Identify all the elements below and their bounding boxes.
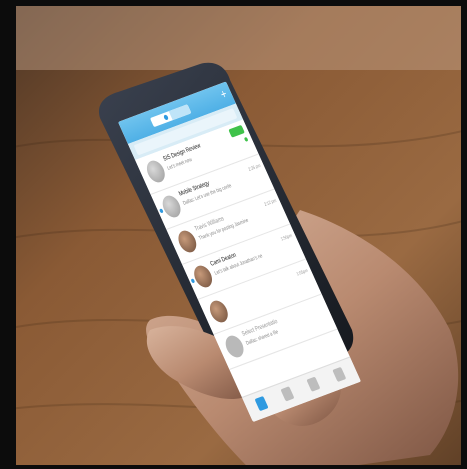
timestamp: 2:35 pm [247, 162, 262, 172]
frame-left [0, 0, 16, 469]
gear-icon[interactable] [332, 366, 347, 383]
calendar-icon[interactable] [306, 376, 321, 392]
timestamp: 1:05pm [295, 267, 309, 277]
segment-right[interactable] [168, 104, 192, 121]
phone: + SIS Design Review Let's meet now Mobil… [0, 0, 467, 469]
tab-bar [241, 356, 361, 422]
frame-right [461, 0, 467, 469]
chat-icon [163, 114, 169, 121]
timestamp: 1:56pm [279, 232, 293, 242]
frame-bottom [0, 465, 467, 469]
frame-top [0, 0, 467, 6]
status-badge[interactable] [228, 124, 245, 138]
plus-icon[interactable]: + [218, 86, 229, 102]
chat-icon[interactable] [254, 395, 269, 412]
timestamp: 2:12 pm [263, 197, 278, 207]
avatar [206, 298, 232, 325]
photo-scene: + SIS Design Review Let's meet now Mobil… [0, 0, 467, 469]
contacts-icon[interactable] [280, 386, 295, 402]
online-indicator [243, 136, 249, 142]
app-screen: + SIS Design Review Let's meet now Mobil… [118, 81, 361, 422]
